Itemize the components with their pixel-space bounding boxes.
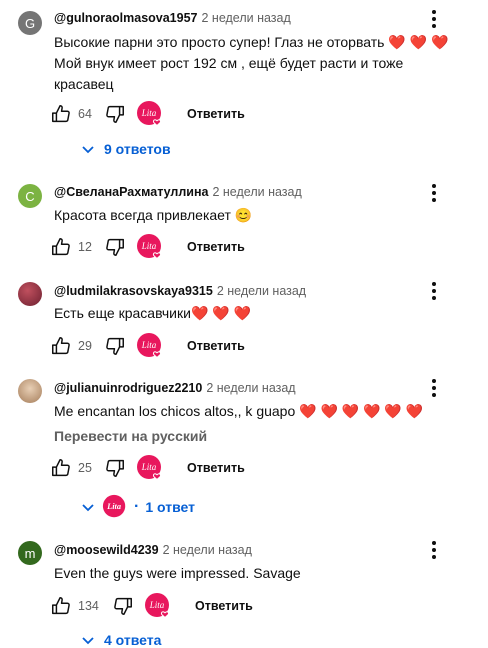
avatar[interactable]: m <box>18 541 42 565</box>
reply-button[interactable]: Ответить <box>187 240 245 254</box>
avatar[interactable]: G <box>18 11 42 35</box>
comment-line: Me encantan los chicos altos,, k guapo ❤… <box>54 403 424 419</box>
comment-line: Есть еще красавчики❤️ ❤️ ❤️ <box>54 305 252 321</box>
avatar[interactable]: С <box>18 184 42 208</box>
comment-header: @СвеланаРахматуллина 2 недели назад <box>54 185 302 199</box>
creator-heart-icon: Lita <box>137 455 162 481</box>
more-options-icon[interactable] <box>426 182 442 204</box>
dislike-icon[interactable] <box>112 595 134 617</box>
svg-text:Lita: Lita <box>106 502 121 511</box>
like-icon[interactable] <box>50 457 72 479</box>
comment-line: Even the guys were impressed. Savage <box>54 565 301 581</box>
avatar-initial: С <box>25 188 35 204</box>
comment-line: Высокие парни это просто супер! Глаз не … <box>54 34 449 50</box>
creator-heart-icon: Lita <box>145 593 170 619</box>
comment-header: @julianuinrodriguez2210 2 недели назад <box>54 381 296 395</box>
comment-actions: 25 Lita Ответить <box>0 455 488 481</box>
comment-line: красавец <box>54 76 114 92</box>
dislike-icon[interactable] <box>104 236 126 258</box>
comment-actions: 64 Lita Ответить <box>0 101 488 127</box>
svg-text:Lita: Lita <box>141 340 157 350</box>
creator-heart-icon: Lita <box>137 333 162 359</box>
like-icon[interactable] <box>50 103 72 125</box>
comment-line: Красота всегда привлекает 😊 <box>54 207 253 223</box>
comment-author[interactable]: @julianuinrodriguez2210 <box>54 381 202 395</box>
comment-actions: 29 Lita Ответить <box>0 333 488 359</box>
comment-time[interactable]: 2 недели назад <box>212 185 301 199</box>
reply-button[interactable]: Ответить <box>187 339 245 353</box>
replies-count: 4 ответа <box>104 632 162 648</box>
comment-header: @gulnoraolmasova1957 2 недели назад <box>54 11 291 25</box>
avatar-initial: G <box>24 15 36 31</box>
like-icon[interactable] <box>50 236 72 258</box>
comment-author[interactable]: @ludmilakrasovskaya9315 <box>54 284 213 298</box>
chevron-down-icon <box>82 637 94 645</box>
reply-button[interactable]: Ответить <box>187 107 245 121</box>
more-options-icon[interactable] <box>426 280 442 302</box>
comment-author[interactable]: @moosewild4239 <box>54 543 159 557</box>
more-options-icon[interactable] <box>426 8 442 30</box>
creator-heart-icon: Lita <box>137 101 162 127</box>
like-count: 29 <box>78 339 92 353</box>
svg-text:Lita: Lita <box>149 600 165 610</box>
translate-button[interactable]: Перевести на русский <box>54 428 207 444</box>
comment-time[interactable]: 2 недели назад <box>206 381 295 395</box>
dislike-icon[interactable] <box>104 335 126 357</box>
creator-heart-icon: Lita <box>137 234 162 260</box>
dislike-icon[interactable] <box>104 103 126 125</box>
comment-time[interactable]: 2 недели назад <box>202 11 291 25</box>
creator-avatar-icon: Lita <box>102 494 126 518</box>
view-replies-button[interactable]: 4 ответа <box>80 632 161 648</box>
dislike-icon[interactable] <box>104 457 126 479</box>
replies-count: 1 ответ <box>145 499 195 515</box>
svg-text:Lita: Lita <box>141 462 157 472</box>
comment-line: Мой внук имеет рост 192 см , ещё будет р… <box>54 55 404 71</box>
svg-text:Lita: Lita <box>141 108 157 118</box>
more-options-icon[interactable] <box>426 377 442 399</box>
view-replies-button[interactable]: Lita · 1 ответ <box>80 494 195 520</box>
avatar[interactable] <box>18 282 42 306</box>
like-icon[interactable] <box>50 595 72 617</box>
more-options-icon[interactable] <box>426 539 442 561</box>
like-count: 134 <box>78 599 99 613</box>
like-count: 12 <box>78 240 92 254</box>
comment-time[interactable]: 2 недели назад <box>217 284 306 298</box>
comment-time[interactable]: 2 недели назад <box>163 543 252 557</box>
like-count: 25 <box>78 461 92 475</box>
comment-actions: 12 Lita Ответить <box>0 234 488 260</box>
comment-header: @ludmilakrasovskaya9315 2 недели назад <box>54 284 306 298</box>
replies-count: 9 ответов <box>104 141 171 157</box>
like-count: 64 <box>78 107 92 121</box>
reply-button[interactable]: Ответить <box>187 461 245 475</box>
comment-actions: 134 Lita Ответить <box>0 593 488 619</box>
avatar[interactable] <box>18 379 42 403</box>
comment-author[interactable]: @СвеланаРахматуллина <box>54 185 208 199</box>
svg-text:Lita: Lita <box>141 241 157 251</box>
view-replies-button[interactable]: 9 ответов <box>80 141 171 157</box>
like-icon[interactable] <box>50 335 72 357</box>
avatar-initial: m <box>24 545 36 561</box>
comment-author[interactable]: @gulnoraolmasova1957 <box>54 11 198 25</box>
reply-button[interactable]: Ответить <box>195 599 253 613</box>
chevron-down-icon <box>82 504 94 512</box>
comment-header: @moosewild4239 2 недели назад <box>54 543 252 557</box>
chevron-down-icon <box>82 146 94 154</box>
